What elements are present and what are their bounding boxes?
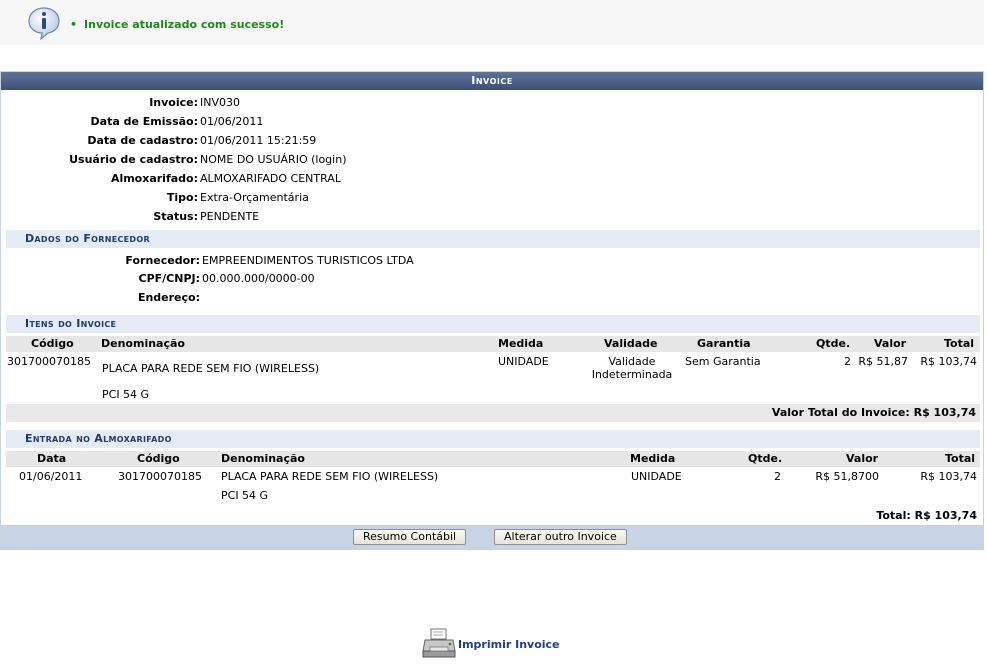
success-message-text: Invoice atualizado com sucesso! [84, 18, 285, 31]
col-header-total: Total [945, 452, 976, 465]
cell-qtde: 2 [774, 470, 781, 483]
field-label: Tipo: [166, 191, 198, 204]
field-value: Extra-Orçamentária [200, 191, 309, 204]
field-label: Usuário de cadastro: [69, 153, 198, 166]
cell-valor: R$ 51,8700 [815, 470, 879, 483]
field-value: 01/06/2011 [200, 115, 264, 128]
col-header-qtde: Qtde. [748, 452, 783, 465]
col-header-total: Total [944, 337, 975, 350]
field-label: Data de cadastro: [87, 134, 198, 147]
cell-denominacao-extra: PCI 54 G [102, 388, 150, 401]
resumo-contabil-button[interactable]: Resumo Contábil [353, 529, 467, 545]
success-message-bar: • Invoice atualizado com sucesso! [0, 0, 984, 45]
field-value: PENDENTE [200, 210, 260, 223]
bullet: • [70, 18, 78, 31]
entrada-total: Total: R$ 103,74 [876, 509, 977, 522]
panel-title: Invoice [1, 72, 983, 90]
field-label: CPF/CNPJ: [138, 272, 201, 285]
invoice-panel: Invoice Invoice: INV030 Data de Emissão:… [0, 71, 984, 550]
col-header-data: Data [37, 452, 67, 465]
field-value: 00.000.000/0000-00 [202, 272, 315, 285]
cell-denominacao-extra: PCI 54 G [221, 489, 269, 502]
col-header-garantia: Garantia [697, 337, 751, 350]
alterar-outro-invoice-button[interactable]: Alterar outro Invoice [494, 529, 627, 545]
col-header-qtde: Qtde. [816, 337, 851, 350]
col-header-validade: Validade [604, 337, 658, 350]
col-header-codigo: Código [31, 337, 74, 350]
col-header-valor: Valor [874, 337, 907, 350]
col-header-denominacao: Denominação [221, 452, 305, 465]
field-label: Invoice: [149, 96, 198, 109]
field-label: Status: [153, 210, 198, 223]
col-header-valor: Valor [846, 452, 879, 465]
field-label: Endereço: [137, 291, 200, 304]
field-value: NOME DO USUÁRIO (login) [200, 153, 347, 166]
col-header-medida: Medida [630, 452, 676, 465]
cell-total: R$ 103,74 [920, 355, 977, 368]
cell-denominacao: PLACA PARA REDE SEM FIO (WIRELESS) [102, 362, 320, 375]
info-icon [28, 7, 60, 40]
panel-footer: Resumo Contábil Alterar outro Invoice [1, 525, 983, 549]
cell-codigo: 301700070185 [118, 470, 202, 483]
cell-validade-line2: Indeterminada [591, 368, 673, 381]
cell-garantia: Sem Garantia [685, 355, 761, 368]
cell-validade-line1: Validade [608, 355, 656, 368]
cell-medida: UNIDADE [498, 355, 549, 368]
col-header-denominacao: Denominação [101, 337, 185, 350]
items-section-title: Itens do Invoice [6, 315, 980, 333]
items-total: Valor Total do Invoice: R$ 103,74 [6, 404, 980, 422]
cell-medida: UNIDADE [631, 470, 682, 483]
field-value: 01/06/2011 15:21:59 [200, 134, 317, 147]
cell-validade: Validade Indeterminada [581, 355, 683, 381]
print-invoice-text[interactable]: Imprimir Invoice [458, 638, 560, 651]
items-total-text: Valor Total do Invoice: R$ 103,74 [771, 406, 976, 419]
cell-valor: R$ 51,87 [858, 355, 908, 368]
field-value: ALMOXARIFADO CENTRAL [200, 172, 341, 185]
cell-denominacao: PLACA PARA REDE SEM FIO (WIRELESS) [221, 470, 439, 483]
supplier-section-title: Dados do Fornecedor [6, 230, 980, 248]
field-label: Fornecedor: [125, 254, 200, 267]
field-value: INV030 [200, 96, 240, 109]
field-value: EMPREENDIMENTOS TURISTICOS LTDA [202, 254, 414, 267]
cell-qtde: 2 [844, 355, 851, 368]
field-label: Almoxarifado: [110, 172, 198, 185]
entrada-section-title: Entrada no Almoxarifado [6, 430, 980, 448]
field-label: Data de Emissão: [90, 115, 198, 128]
col-header-codigo: Código [137, 452, 180, 465]
cell-codigo: 301700070185 [7, 355, 91, 368]
printer-icon [422, 628, 456, 658]
cell-data: 01/06/2011 [19, 470, 83, 483]
col-header-medida: Medida [498, 337, 544, 350]
items-table-header: Código Denominação Medida Validade Garan… [6, 336, 980, 352]
success-message: • Invoice atualizado com sucesso! [70, 18, 284, 31]
entrada-table-header: Data Código Denominação Medida Qtde. Val… [6, 451, 980, 467]
cell-total: R$ 103,74 [920, 470, 977, 483]
